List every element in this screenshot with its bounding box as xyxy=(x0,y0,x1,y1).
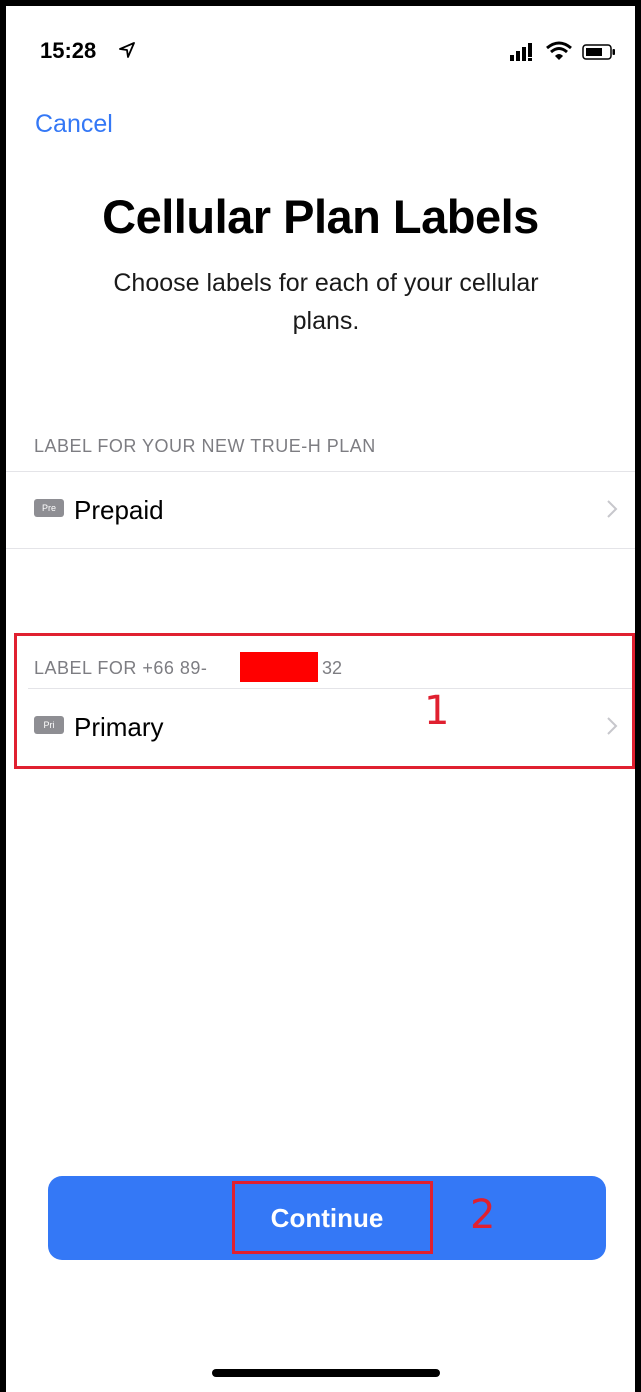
page-subtitle: Choose labels for each of your cellular … xyxy=(113,269,539,335)
phone-screen: 15:28 Cancel Cellular Plan Labels Choose… xyxy=(6,6,635,1392)
status-time: 15:28 xyxy=(40,38,97,63)
annotation-box-1 xyxy=(14,633,635,769)
home-indicator[interactable] xyxy=(212,1369,440,1377)
battery-icon xyxy=(582,44,615,60)
annotation-number-2: 2 xyxy=(470,1192,496,1238)
page-title: Cellular Plan Labels xyxy=(102,190,539,243)
wifi-icon xyxy=(546,41,572,60)
annotation-number-1: 1 xyxy=(424,688,450,734)
plan-label-value: Prepaid xyxy=(74,495,164,525)
cancel-button[interactable]: Cancel xyxy=(35,110,113,139)
status-bar: 15:28 xyxy=(6,6,635,86)
annotation-box-2 xyxy=(232,1181,433,1254)
plan-label-row-prepaid[interactable]: Pre Prepaid xyxy=(6,472,635,546)
chevron-right-icon xyxy=(607,500,618,518)
plan-badge: Pre xyxy=(34,499,64,517)
section-header-new-plan: LABEL FOR YOUR NEW TRUE-H PLAN xyxy=(34,436,376,456)
divider xyxy=(6,548,635,549)
location-arrow-icon xyxy=(119,42,135,58)
cellular-signal-icon xyxy=(510,43,532,61)
